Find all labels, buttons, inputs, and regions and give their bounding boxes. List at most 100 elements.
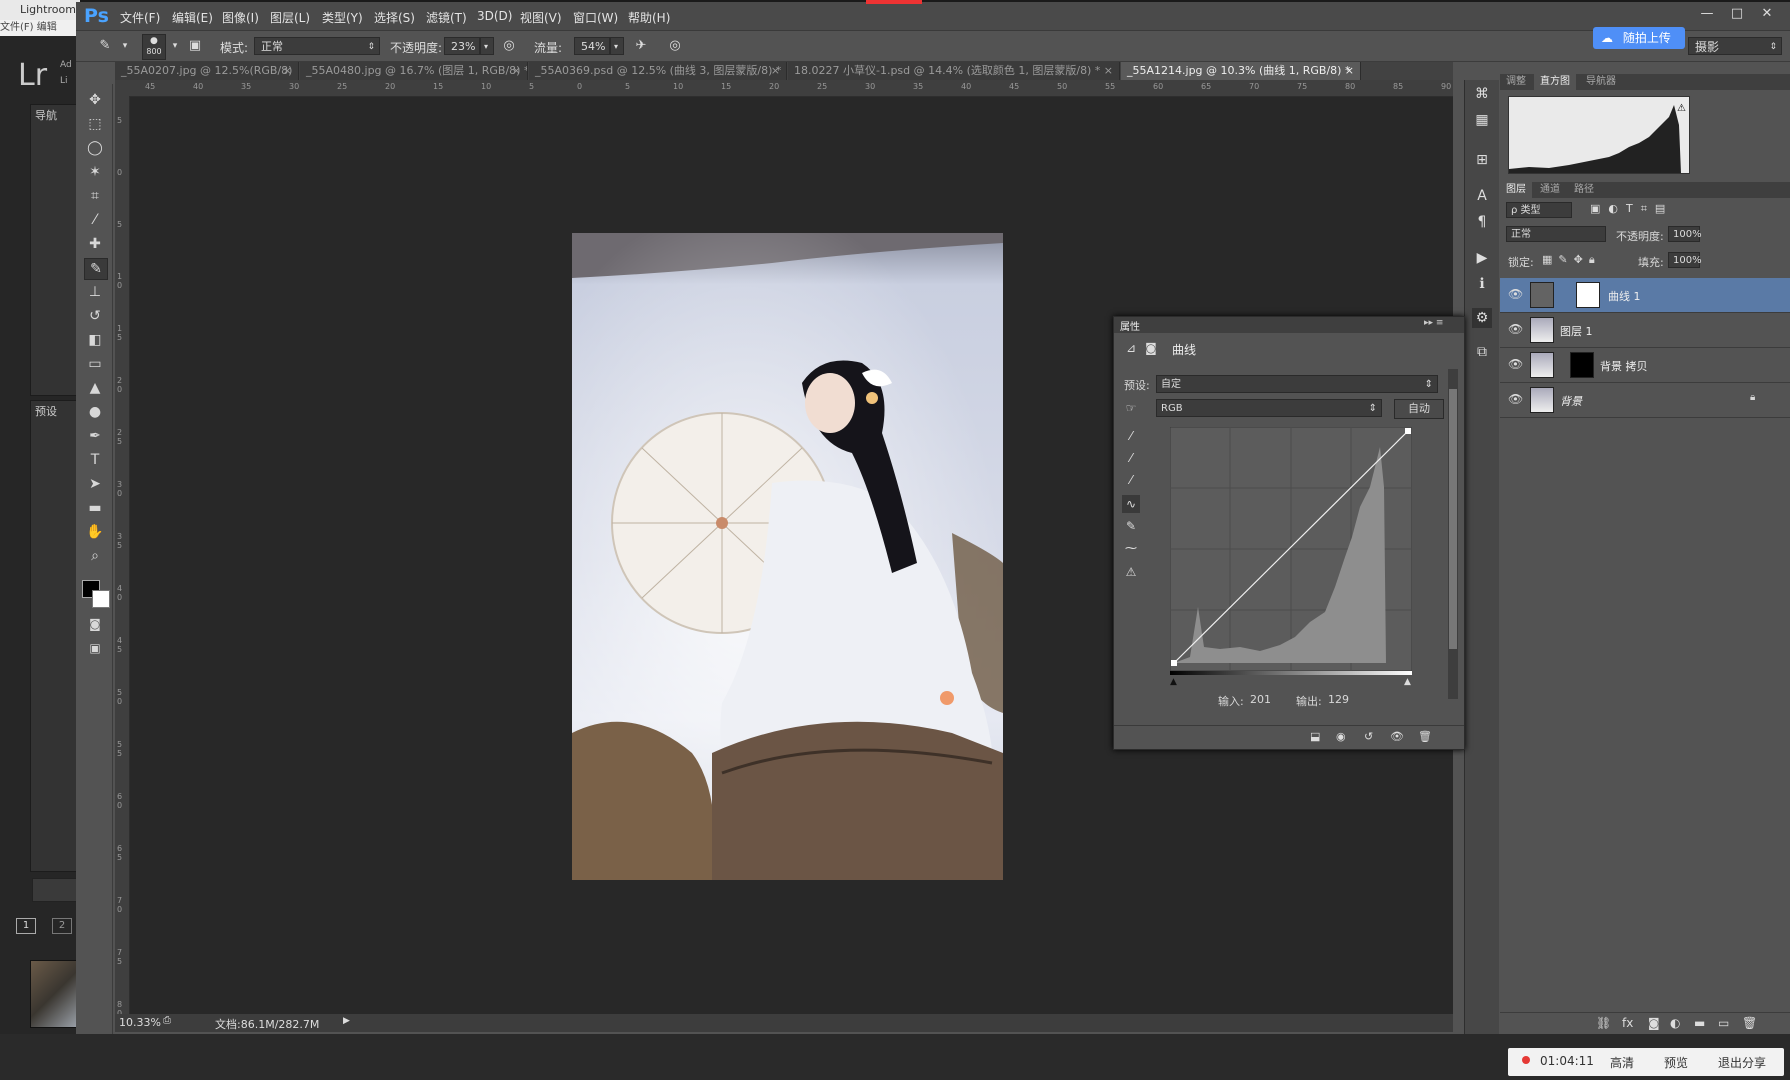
menu-help[interactable]: 帮助(H)	[628, 9, 670, 26]
lightroom-menu[interactable]: 文件(F) 编辑	[0, 20, 80, 36]
actions-panel-icon[interactable]: ▶	[1472, 248, 1492, 268]
auto-button[interactable]: 自动	[1394, 399, 1444, 419]
pressure-opacity-icon[interactable]: ◎	[500, 37, 518, 55]
scroll-thumb[interactable]	[1449, 389, 1457, 649]
blend-mode-select[interactable]: 正常	[1506, 226, 1606, 242]
eyedropper-tool-icon[interactable]: ⁄	[84, 210, 106, 230]
white-point-eyedropper-icon[interactable]: ⁄	[1122, 471, 1140, 489]
layer-filter-icons[interactable]: ▣◐T⌗▤	[1590, 202, 1673, 216]
flow-input[interactable]: 54%	[574, 37, 610, 55]
menu-view[interactable]: 视图(V)	[520, 9, 562, 26]
link-icon[interactable]: ⛓	[1596, 1016, 1611, 1030]
tab-adjustments[interactable]: 调整	[1500, 74, 1532, 90]
upload-button[interactable]: ☁ 随拍上传	[1593, 27, 1685, 49]
blur-tool-icon[interactable]: ▲	[84, 378, 106, 398]
healing-brush-icon[interactable]: ✚	[84, 234, 106, 254]
menu-image[interactable]: 图像(I)	[222, 9, 259, 26]
close-window-button[interactable]: ✕	[1754, 5, 1780, 23]
tool-presets-icon[interactable]: ⊞	[1472, 150, 1492, 170]
tool-preset-arrow-icon[interactable]: ▾	[116, 37, 134, 55]
panel-menu-icon[interactable]: ▸▸ ≡	[1424, 318, 1443, 328]
layer-mask-thumb[interactable]	[1570, 352, 1594, 378]
tab-doc-4[interactable]: 18.0227 小草仪-1.psd @ 14.4% (选取颜色 1, 图层蒙版/…	[788, 62, 1120, 80]
pencil-curve-icon[interactable]: ✎	[1122, 517, 1140, 535]
black-slider-icon[interactable]: ▲	[1170, 677, 1177, 687]
hand-tool-icon[interactable]: ✋	[84, 522, 106, 542]
lasso-tool-icon[interactable]: ◯	[84, 138, 106, 158]
tab-close-icon[interactable]: ×	[283, 62, 292, 80]
pressure-size-icon[interactable]: ◎	[666, 37, 684, 55]
status-menu-arrow-icon[interactable]: ▶	[343, 1016, 350, 1026]
fill-input[interactable]: 100%	[1668, 252, 1702, 268]
maximize-button[interactable]: □	[1724, 5, 1750, 23]
preview-button[interactable]: 预览	[1664, 1054, 1688, 1071]
paragraph-panel-icon[interactable]: ¶	[1472, 212, 1492, 232]
move-tool-icon[interactable]: ✥	[84, 90, 106, 110]
document-photo[interactable]	[572, 233, 1003, 880]
workspace-select[interactable]: 摄影 ⇕	[1688, 37, 1782, 55]
lightroom-page-2[interactable]: 2	[52, 918, 72, 934]
lightroom-thumbnail[interactable]	[30, 960, 78, 1028]
adjustment-icon[interactable]: ◐	[1670, 1016, 1680, 1030]
smooth-curve-icon[interactable]: ⁓	[1122, 539, 1140, 557]
mask-icon[interactable]: ◙	[1648, 1016, 1660, 1030]
type-tool-icon[interactable]: T	[84, 450, 106, 470]
layer-row-background[interactable]: 👁︎ 背景 🔒︎	[1500, 383, 1790, 418]
brush-size-arrow-icon[interactable]: ▾	[166, 37, 184, 55]
delete-adjustment-icon[interactable]: 🗑︎	[1418, 730, 1432, 743]
tab-doc-2[interactable]: _55A0480.jpg @ 16.7% (图层 1, RGB/8) * ×	[300, 62, 528, 80]
preset-select[interactable]: 自定 ⇕	[1156, 375, 1438, 393]
pen-tool-icon[interactable]: ✒	[84, 426, 106, 446]
visibility-icon[interactable]: 👁︎	[1390, 730, 1404, 743]
properties-scrollbar[interactable]	[1448, 369, 1458, 699]
menu-type[interactable]: 类型(Y)	[322, 9, 363, 26]
mode-select[interactable]: 正常 ⇕	[254, 37, 380, 55]
dodge-tool-icon[interactable]: ●	[84, 402, 106, 422]
black-point-eyedropper-icon[interactable]: ⁄	[1122, 427, 1140, 445]
brush-size-picker[interactable]: 800 ●	[142, 34, 166, 60]
quick-mask-icon[interactable]: ◙	[84, 614, 106, 634]
view-previous-icon[interactable]: ◉	[1336, 730, 1346, 743]
menu-edit[interactable]: 编辑(E)	[172, 9, 213, 26]
folder-icon[interactable]: ▬	[1694, 1016, 1705, 1030]
visibility-eye-icon[interactable]: 👁︎	[1508, 287, 1523, 301]
tab-doc-5-active[interactable]: _55A1214.jpg @ 10.3% (曲线 1, RGB/8) * ×	[1121, 62, 1361, 80]
crop-tool-icon[interactable]: ⌗	[84, 186, 106, 206]
reset-icon[interactable]: ↺	[1364, 730, 1373, 743]
channel-select[interactable]: RGB ⇕	[1156, 399, 1382, 417]
tab-close-icon[interactable]: ×	[512, 62, 521, 80]
tab-paths[interactable]: 路径	[1568, 182, 1600, 198]
background-color-swatch[interactable]	[92, 590, 110, 608]
swatches-panel-icon[interactable]: ▦	[1472, 110, 1492, 130]
history-panel-icon[interactable]: ⌘	[1472, 84, 1492, 104]
path-selection-icon[interactable]: ➤	[84, 474, 106, 494]
zoom-tool-icon[interactable]: ⌕	[84, 546, 106, 566]
new-layer-icon[interactable]: ▭	[1718, 1016, 1729, 1030]
brush-panel-icon[interactable]: ▣	[186, 37, 204, 55]
layer-row-curves[interactable]: 👁︎ 曲线 1	[1500, 278, 1790, 313]
menu-layer[interactable]: 图层(L)	[270, 9, 310, 26]
tab-channels[interactable]: 通道	[1534, 182, 1566, 198]
tab-doc-1[interactable]: _55A0207.jpg @ 12.5%(RGB/8) ×	[115, 62, 299, 80]
rectangle-tool-icon[interactable]: ▬	[84, 498, 106, 518]
brush-tool-icon[interactable]: ✎	[84, 258, 108, 280]
zoom-level[interactable]: 10.33%	[119, 1016, 161, 1029]
tab-layers[interactable]: 图层	[1500, 182, 1532, 198]
airbrush-icon[interactable]: ✈	[632, 37, 650, 55]
magic-wand-icon[interactable]: ✶	[84, 162, 106, 182]
menu-3d[interactable]: 3D(D)	[477, 9, 512, 23]
fx-icon[interactable]: fx	[1622, 1016, 1633, 1030]
minimize-button[interactable]: —	[1694, 5, 1720, 23]
layer-row-layer1[interactable]: 👁︎ 图层 1	[1500, 313, 1790, 348]
mask-icon[interactable]: ◙	[1142, 339, 1160, 357]
lightroom-title-tab[interactable]: Lightroom	[0, 0, 80, 21]
share-icon[interactable]: ⎙	[163, 1015, 171, 1026]
gray-point-eyedropper-icon[interactable]: ⁄	[1122, 449, 1140, 467]
layer-opacity-input[interactable]: 100%	[1668, 226, 1702, 242]
menu-select[interactable]: 选择(S)	[374, 9, 415, 26]
clip-to-layer-icon[interactable]: ⬓	[1310, 730, 1320, 743]
layer-filter-select[interactable]: ρ 类型	[1506, 202, 1572, 218]
tab-histogram[interactable]: 直方图	[1534, 74, 1576, 90]
history-brush-icon[interactable]: ↺	[84, 306, 106, 326]
visibility-eye-icon[interactable]: 👁︎	[1508, 392, 1523, 406]
